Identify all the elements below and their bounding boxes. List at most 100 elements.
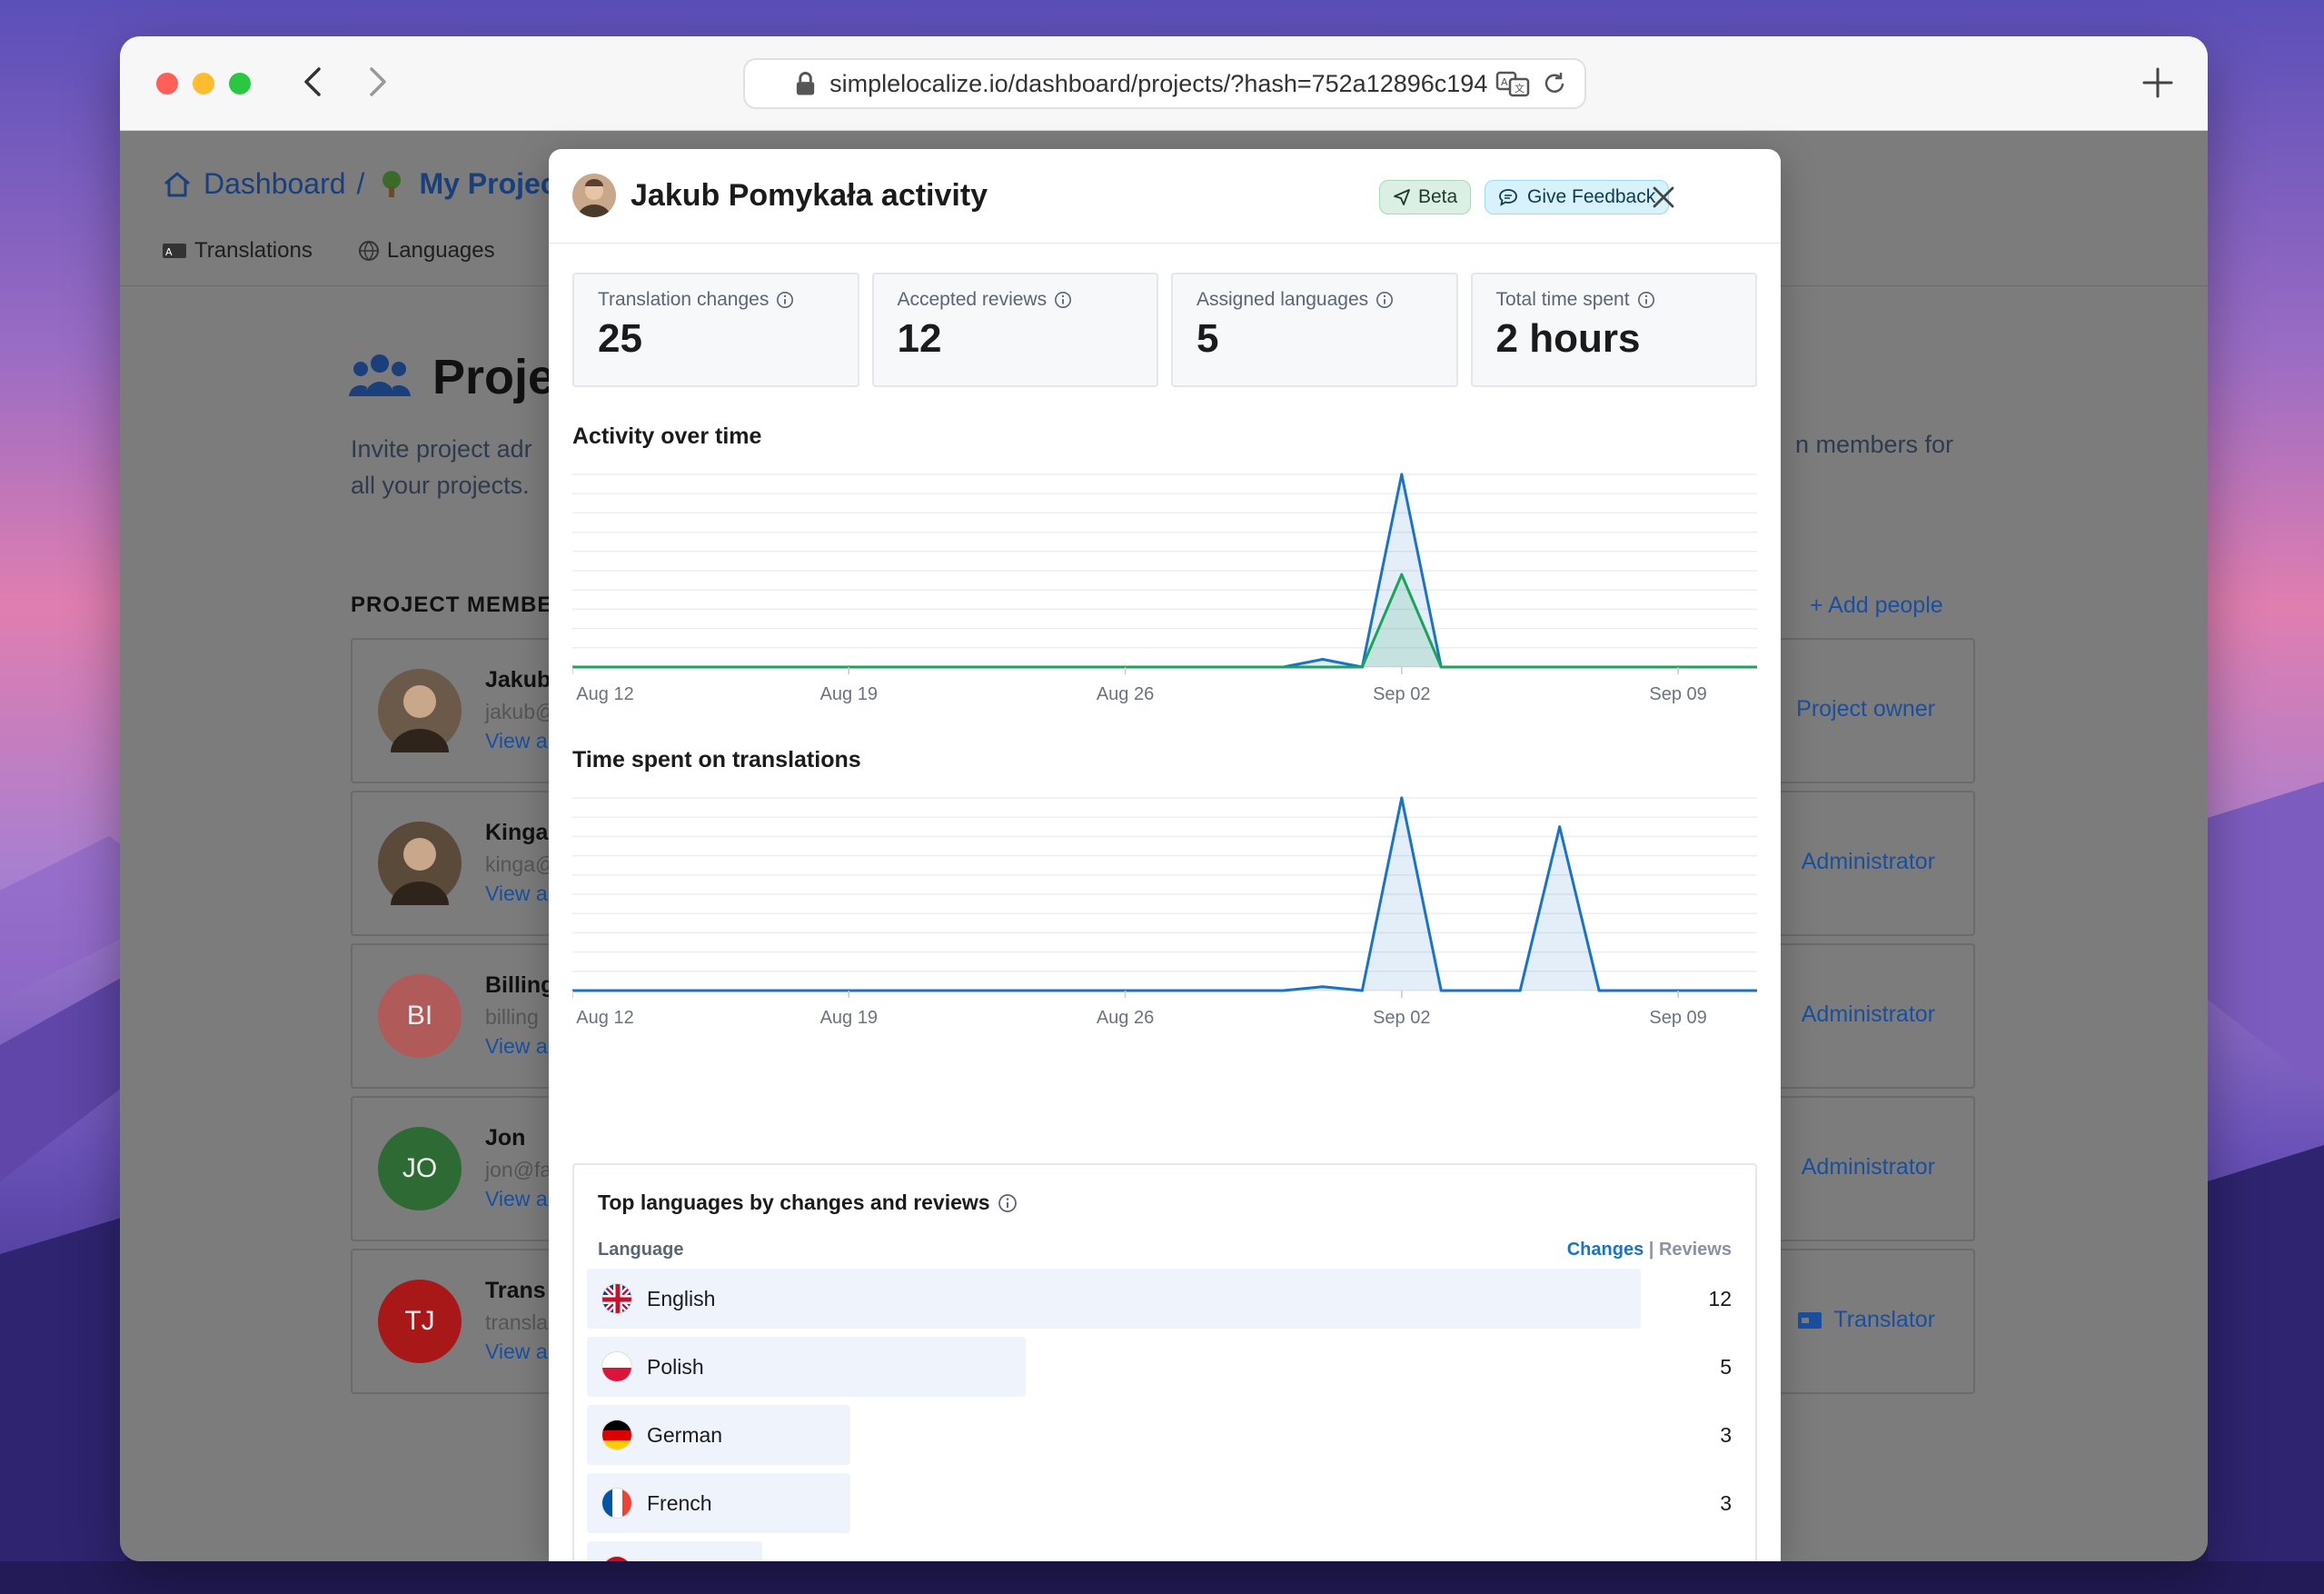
data-point	[887, 665, 890, 669]
subnav-translations[interactable]: A Translations	[162, 238, 313, 264]
forward-button[interactable]	[360, 64, 396, 100]
translations-icon: A	[163, 244, 186, 258]
project-tree-icon	[382, 170, 402, 197]
member-view-link[interactable]: View a	[485, 729, 548, 753]
stat-card: Translation changes 25	[572, 273, 859, 387]
add-people-button[interactable]: + Add people	[1810, 593, 1943, 619]
send-icon	[1394, 189, 1410, 205]
data-point	[1716, 665, 1720, 669]
info-icon[interactable]	[998, 1193, 1018, 1213]
language-count: 3	[1720, 1423, 1732, 1447]
avatar-initials: BI	[406, 1001, 433, 1031]
member-name: Jakub	[485, 667, 551, 692]
modal-header: Jakub Pomykała activity Beta Give Feedba…	[549, 149, 1781, 244]
new-tab-button[interactable]	[2139, 64, 2177, 102]
stats-row: Translation changes 25 Accepted reviews 12 A…	[572, 273, 1757, 387]
x-tick-label: Aug 12	[576, 1008, 633, 1028]
address-bar[interactable]: simplelocalize.io/dashboard/projects/?ha…	[743, 58, 1586, 109]
members-description: Invite project adr all your projects.	[351, 435, 532, 499]
member-name: Kinga	[485, 820, 549, 845]
avatar: BI	[378, 974, 462, 1058]
data-point	[1637, 989, 1641, 992]
language-row[interactable]: English 12	[587, 1269, 1746, 1329]
give-feedback-button[interactable]: Give Feedback	[1485, 180, 1670, 214]
breadcrumb-dashboard[interactable]: Dashboard	[204, 167, 346, 201]
data-point	[926, 665, 929, 669]
minimize-window-button[interactable]	[193, 73, 214, 95]
member-email: kinga@	[485, 852, 557, 876]
member-role-label: Administrator	[1801, 849, 1935, 874]
home-icon	[164, 172, 190, 196]
member-role-label: Translator	[1833, 1307, 1935, 1332]
data-point	[1163, 665, 1167, 669]
breadcrumb-project[interactable]: My Project	[419, 167, 566, 201]
x-tick-label: Sep 09	[1649, 684, 1706, 704]
beta-badge: Beta	[1379, 180, 1472, 214]
avatar	[378, 822, 462, 905]
chat-bubble-icon	[1499, 189, 1517, 206]
data-point	[1242, 665, 1246, 669]
language-row[interactable]: Polish 5	[587, 1337, 1746, 1397]
member-role[interactable]: Administrator	[1765, 1154, 1935, 1181]
member-role[interactable]: Administrator	[1765, 1001, 1935, 1028]
language-column-header: Language	[598, 1240, 684, 1260]
breadcrumb: Dashboard / My Project	[162, 167, 566, 201]
stat-card: Assigned languages 5	[1171, 273, 1458, 387]
info-icon[interactable]	[1054, 291, 1072, 309]
member-view-link[interactable]: View a	[485, 882, 548, 906]
data-point	[1163, 989, 1167, 992]
language-row[interactable]: German 3	[587, 1405, 1746, 1465]
member-role-label: Administrator	[1801, 1001, 1935, 1027]
close-icon[interactable]	[1648, 182, 1679, 213]
avatar: JO	[378, 1127, 462, 1210]
data-point	[1400, 473, 1404, 476]
data-point	[1321, 985, 1325, 989]
data-point	[1242, 989, 1246, 992]
back-button[interactable]	[294, 64, 331, 100]
data-point	[689, 665, 692, 669]
activity-modal: Jakub Pomykała activity Beta Give Feedba…	[549, 149, 1781, 1561]
translator-icon	[1798, 1311, 1822, 1329]
member-role[interactable]: Translator	[1797, 1307, 1935, 1333]
data-point	[1518, 665, 1522, 669]
subnav-languages-label: Languages	[386, 238, 495, 263]
lock-icon	[796, 71, 815, 95]
subnav-languages[interactable]: Languages	[358, 238, 495, 264]
info-icon[interactable]	[1376, 291, 1394, 309]
members-page-title: Proje	[349, 349, 555, 405]
members-section-label: PROJECT MEMBER	[351, 593, 570, 617]
info-icon[interactable]	[1637, 291, 1655, 309]
avatar-initials: JO	[402, 1153, 438, 1183]
member-view-link[interactable]: View a	[485, 1034, 548, 1059]
reviews-toggle[interactable]: Reviews	[1659, 1240, 1732, 1260]
flag-de-icon	[601, 1420, 632, 1450]
data-point	[1005, 665, 1008, 669]
time-spent-chart: Aug 12 Aug 19 Aug 26 Sep 02 Sep 09	[572, 796, 1757, 1028]
changes-toggle[interactable]: Changes	[1567, 1240, 1644, 1260]
data-point	[689, 989, 692, 992]
series-line	[572, 573, 1757, 669]
activity-chart: Aug 12 Aug 19 Aug 26 Sep 02 Sep 09	[572, 473, 1757, 704]
stat-card: Total time spent 2 hours	[1470, 273, 1757, 387]
member-role[interactable]: Project owner	[1796, 696, 1935, 722]
member-view-link[interactable]: View a	[485, 1187, 548, 1211]
data-point	[1005, 989, 1008, 992]
info-icon[interactable]	[776, 291, 794, 309]
language-count: 3	[1720, 1491, 1732, 1515]
data-point	[966, 665, 969, 669]
avatar-photo	[391, 685, 449, 752]
data-point	[768, 665, 771, 669]
member-view-link[interactable]: View a	[485, 1340, 548, 1364]
language-name: French	[647, 1491, 712, 1515]
maximize-window-button[interactable]	[229, 73, 251, 95]
flag-gb-icon	[601, 1283, 632, 1314]
close-window-button[interactable]	[156, 73, 178, 95]
member-name: Trans	[485, 1278, 546, 1303]
language-row[interactable]: French 3	[587, 1473, 1746, 1533]
reload-icon[interactable]	[1541, 70, 1568, 97]
translate-icon[interactable]: A文	[1495, 70, 1530, 97]
language-row[interactable]: Spanish 2	[587, 1541, 1746, 1561]
modal-title: Jakub Pomykała activity	[631, 178, 988, 213]
members-page-title-text: Proje	[432, 350, 556, 404]
member-role[interactable]: Administrator	[1765, 849, 1935, 875]
